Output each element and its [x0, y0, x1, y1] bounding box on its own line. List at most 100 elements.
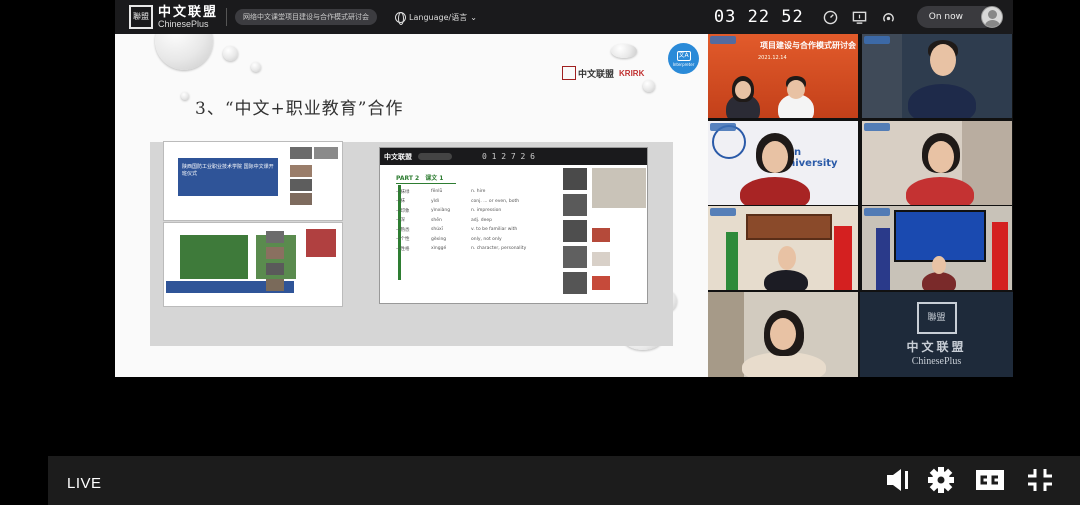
vocab-cell-cn: 一抹绿 — [396, 189, 410, 195]
language-selector[interactable]: Language/语言 ⌄ — [395, 11, 477, 25]
vocab-row: 一印象 yìnxiàng n. impression — [396, 206, 556, 216]
vocab-cell-cn: 一个性 — [396, 237, 410, 243]
student-thumbnail — [563, 168, 587, 190]
chineseplus-logo[interactable]: 聯盟 中文联盟 ChinesePlus — [129, 5, 218, 29]
inner-toolbar: 中文联盟 0 1 2 7 2 6 — [380, 148, 647, 165]
vocab-cell-cn: 一熟悉 — [396, 227, 410, 233]
vocab-row: 一深 shēn adj. deep — [396, 216, 556, 226]
teacher-video — [592, 168, 646, 208]
toolbar-divider — [226, 8, 228, 26]
water-drop-decoration — [181, 92, 189, 100]
participant-tile[interactable] — [708, 292, 858, 377]
language-label: Language/语言 — [409, 12, 468, 22]
chineseplus-chinese-text: 中文联盟 — [906, 340, 967, 354]
student-thumbnail — [563, 246, 587, 268]
vocab-cell-cn: 一抹 — [396, 199, 405, 205]
participant-tile[interactable] — [862, 121, 1012, 205]
participant-name-badge — [710, 208, 736, 216]
chineseplus-english-text: ChinesePlus — [911, 356, 962, 367]
slide-partner-logos: 中文联盟 KRIRK — [562, 66, 644, 80]
vocab-cell-py: shúxī — [431, 227, 443, 233]
participant-name-badge — [864, 123, 890, 131]
top-toolbar: 聯盟 中文联盟 ChinesePlus 网络中文课堂项目建设与合作模式研讨会 L… — [115, 0, 1013, 34]
presentation-slide: 3、“中文+职业教育”合作 中文联盟 KRIRK 文A Interpreter … — [115, 34, 708, 377]
participant-tile[interactable] — [862, 206, 1012, 290]
banner-title: 项目建设与合作模式研讨会 — [760, 41, 856, 50]
chineseplus-logo-tile[interactable]: 聯盟 中文联盟 ChinesePlus — [860, 292, 1013, 377]
vocab-cell-en: n. impression — [471, 208, 502, 214]
participant-gallery: 项目建设与合作模式研讨会 2021.12.14 Jilin University — [708, 34, 1013, 377]
student-thumbnail — [592, 276, 610, 290]
participant-name-badge — [864, 208, 890, 216]
vocab-cell-en: only, not only — [471, 236, 502, 242]
session-timer: 03 22 52 — [713, 7, 804, 27]
vocab-cell-py: shēn — [431, 217, 442, 223]
interpreter-label: Interpreter — [672, 61, 695, 67]
vocab-cell-py: fēnlǜ — [431, 189, 443, 195]
participant-tile-banner[interactable]: 项目建设与合作模式研讨会 2021.12.14 — [708, 34, 858, 118]
campus-photo — [180, 235, 248, 279]
vocab-cell-py: yǐdì — [431, 198, 440, 204]
student-thumbnail — [592, 252, 610, 266]
inner-event-pill — [418, 153, 452, 160]
ceremony-banner-text: 陕西国防工业职业技术学院 国际中文课开班仪式 — [182, 164, 274, 177]
vocab-row: 一抹绿 fēnlǜ n. hire — [396, 187, 556, 197]
event-title-pill: 网络中文课堂项目建设与合作模式研讨会 — [235, 9, 378, 25]
slide-logo-text: 中文联盟 — [578, 69, 615, 80]
student-thumbnail — [592, 228, 610, 242]
water-drop-decoration — [251, 62, 261, 72]
exit-fullscreen-icon[interactable] — [1025, 466, 1055, 494]
logo-seal-icon: 聯盟 — [129, 5, 153, 29]
vocabulary-list: PART 2 课文 1 一抹绿 fēnlǜ n. hire 一抹 yǐdì conj. .… — [396, 173, 556, 254]
screen-share-icon[interactable] — [852, 10, 867, 25]
participant-tile[interactable]: Jilin University — [708, 121, 858, 205]
vocab-cell-cn: 一深 — [396, 218, 405, 224]
speedometer-icon[interactable] — [823, 10, 838, 25]
chevron-down-icon: ⌄ — [470, 12, 477, 22]
broadcast-icon[interactable] — [881, 10, 896, 25]
live-indicator: LIVE — [67, 475, 102, 492]
settings-gear-icon[interactable] — [926, 466, 956, 494]
on-now-label: On now — [928, 12, 963, 22]
calligraphy-frame — [746, 214, 832, 240]
participant-name-badge — [710, 36, 736, 44]
user-avatar[interactable] — [981, 6, 1003, 28]
krirk-university-logo: KRIRK — [619, 68, 645, 78]
logo-chinese-text: 中文联盟 — [158, 4, 219, 20]
vocab-cell-cn: 一印象 — [396, 208, 410, 214]
vocab-cell-en: adj. deep — [471, 217, 492, 223]
participant-video — [306, 229, 336, 257]
vocab-cell-en: n. character, personality — [471, 246, 527, 252]
embedded-screenshot-campus — [163, 222, 343, 307]
participant-name-badge — [864, 36, 890, 44]
vocab-cell-cn: 一性格 — [396, 246, 410, 252]
vocab-cell-py: gèxìng — [431, 236, 447, 242]
logo-english-text: ChinesePlus — [158, 18, 209, 29]
inner-timer: 0 1 2 7 2 6 — [482, 152, 535, 161]
water-drop-decoration — [643, 80, 655, 92]
participant-tile[interactable] — [708, 206, 858, 290]
participant-tile[interactable] — [862, 34, 1012, 118]
banner-date: 2021.12.14 — [758, 55, 787, 61]
vocab-cell-en: v. to be familiar with — [471, 227, 518, 233]
volume-icon[interactable] — [884, 466, 914, 494]
participant-thumbnails — [290, 146, 340, 207]
water-drop-decoration — [155, 34, 213, 70]
vocab-cell-py: yìnxiàng — [431, 208, 451, 214]
closed-captions-icon[interactable] — [975, 466, 1005, 494]
interpreter-button[interactable]: 文A Interpreter — [668, 43, 699, 74]
vocab-cell-en: conj. ... or even, both — [471, 198, 520, 204]
chineseplus-seal-icon: 聯盟 — [916, 302, 957, 334]
globe-icon — [395, 11, 407, 25]
vocabulary-title: PART 2 课文 1 — [396, 173, 456, 184]
embedded-screenshot-vocabulary-lesson: 中文联盟 0 1 2 7 2 6 PART 2 课文 1 一抹绿 fēnlǜ n. … — [379, 147, 648, 304]
vocab-row: 一抹 yǐdì conj. ... or even, both — [396, 197, 556, 207]
flag — [992, 222, 1008, 290]
slide-logo-seal-icon — [562, 66, 576, 80]
vocab-row: 一个性 gèxìng only, not only — [396, 235, 556, 245]
inner-logo: 中文联盟 — [384, 151, 412, 161]
flag — [726, 232, 738, 290]
water-drop-decoration — [223, 46, 238, 61]
student-thumbnail — [563, 194, 587, 216]
translate-icon: 文A — [676, 50, 691, 61]
